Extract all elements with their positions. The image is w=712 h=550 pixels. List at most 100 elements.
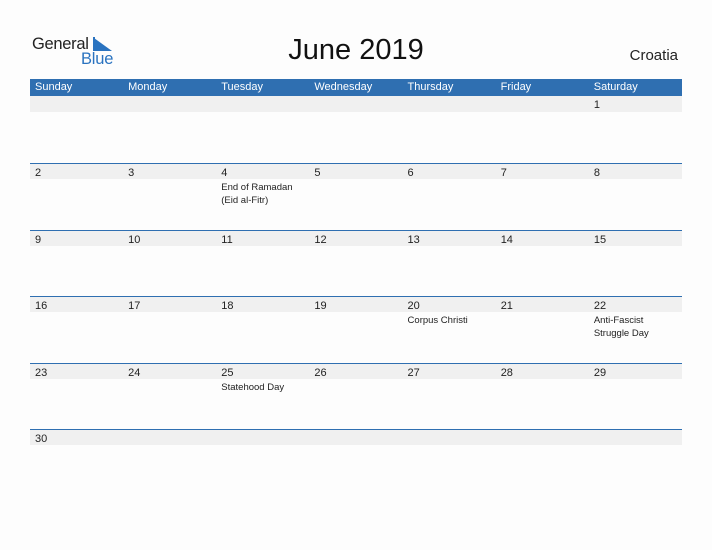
day-number <box>221 429 309 447</box>
day-cell: 2 <box>30 163 123 181</box>
day-number <box>501 96 589 113</box>
day-number <box>35 96 123 113</box>
day-number: 30 <box>35 433 48 446</box>
day-number <box>408 429 496 447</box>
holiday-label: Statehood Day <box>221 381 285 393</box>
day-cell <box>123 429 216 447</box>
day-cell: 12 <box>309 230 402 248</box>
day-cell: 4 End of Ramadan (Eid al-Fitr) <box>216 163 309 207</box>
day-cell: 17 <box>123 296 216 314</box>
weekday-sunday: Sunday <box>35 81 73 93</box>
day-cell: 23 <box>30 363 123 381</box>
day-number: 25 <box>221 366 234 379</box>
day-cell: 24 <box>123 363 216 381</box>
day-number <box>408 96 496 113</box>
week-row: 30 <box>30 429 682 496</box>
day-number: 23 <box>35 366 48 379</box>
day-cell <box>403 96 496 113</box>
weekday-friday: Friday <box>500 81 532 93</box>
day-number: 28 <box>500 366 513 379</box>
day-cell: 10 <box>123 230 216 248</box>
day-number <box>501 429 589 447</box>
day-cell: 22 Anti-Fascist Struggle Day <box>589 296 682 340</box>
weekday-tuesday: Tuesday <box>221 81 264 93</box>
day-number: 14 <box>500 233 513 246</box>
day-cell: 16 <box>30 296 123 314</box>
day-number: 8 <box>593 167 600 179</box>
day-cell: 19 <box>309 296 402 314</box>
country-label: Croatia <box>629 47 678 64</box>
day-cell: 6 <box>403 163 496 181</box>
week-row: 1 <box>30 96 682 163</box>
day-cell: 11 <box>216 230 309 248</box>
day-cell: 14 <box>496 230 589 248</box>
day-number: 9 <box>35 233 42 246</box>
day-cell: 20 Corpus Christi <box>403 296 496 327</box>
holiday-label: Anti-Fascist Struggle Day <box>593 315 649 340</box>
holiday-label: End of Ramadan (Eid al-Fitr) <box>221 182 293 206</box>
day-number: 13 <box>407 233 420 246</box>
day-cell <box>309 429 402 447</box>
day-number: 26 <box>314 366 327 379</box>
weeks-container: 1 2 3 4 End of Ramadan (Eid al-Fitr) 5 6 7 8 9 10 1… <box>30 96 682 496</box>
day-number: 18 <box>221 300 234 313</box>
day-cell: 21 <box>496 296 589 314</box>
day-number: 7 <box>500 167 507 179</box>
day-cell: 8 <box>589 163 682 181</box>
day-cell <box>309 96 402 113</box>
day-cell: 9 <box>30 230 123 248</box>
day-number <box>314 96 402 113</box>
day-number <box>594 429 682 447</box>
calendar-grid: Sunday Monday Tuesday Wednesday Thursday… <box>30 79 682 496</box>
day-number: 12 <box>314 233 327 246</box>
day-cell <box>496 429 589 447</box>
day-number <box>128 429 216 447</box>
weekday-header: Sunday Monday Tuesday Wednesday Thursday… <box>30 79 682 96</box>
day-cell: 30 <box>30 429 123 447</box>
day-number: 11 <box>221 233 233 246</box>
day-number: 17 <box>128 300 141 313</box>
day-number: 10 <box>128 233 141 246</box>
day-number <box>128 96 216 113</box>
day-number: 16 <box>35 300 48 313</box>
day-cell <box>403 429 496 447</box>
day-cell <box>123 96 216 113</box>
weekday-saturday: Saturday <box>593 81 638 93</box>
day-number: 22 <box>593 300 607 313</box>
day-cell <box>216 429 309 447</box>
day-number: 1 <box>593 99 600 111</box>
day-number: 3 <box>128 167 135 179</box>
day-cell: 18 <box>216 296 309 314</box>
day-cell <box>496 96 589 113</box>
day-number: 19 <box>314 300 327 313</box>
holiday-label: Corpus Christi <box>407 315 468 327</box>
day-cell: 1 <box>589 96 682 113</box>
day-cell: 27 <box>403 363 496 381</box>
day-number: 6 <box>407 167 414 179</box>
day-cell: 3 <box>123 163 216 181</box>
week-row: 23 24 25 Statehood Day 26 27 28 29 <box>30 362 682 430</box>
day-number: 29 <box>593 366 607 379</box>
weekday-thursday: Thursday <box>407 81 454 93</box>
day-cell: 25 Statehood Day <box>216 363 309 394</box>
day-number: 21 <box>500 300 513 313</box>
day-cell: 28 <box>496 363 589 381</box>
day-cell <box>216 96 309 113</box>
week-row: 9 10 11 12 13 14 15 <box>30 229 682 297</box>
day-number: 15 <box>593 233 607 246</box>
day-number: 2 <box>35 167 42 179</box>
day-number: 4 <box>221 167 228 179</box>
weekday-monday: Monday <box>128 81 168 93</box>
page-title: June 2019 <box>288 34 424 66</box>
day-cell <box>30 96 123 113</box>
day-cell: 13 <box>403 230 496 248</box>
day-number: 20 <box>407 300 420 313</box>
weekday-wednesday: Wednesday <box>314 81 373 93</box>
week-row: 2 3 4 End of Ramadan (Eid al-Fitr) 5 6 7 8 <box>30 163 682 230</box>
week-row: 16 17 18 19 20 Corpus Christi 21 22 Anti-Fascist… <box>30 296 682 363</box>
day-number: 27 <box>407 366 420 379</box>
day-cell: 5 <box>309 163 402 181</box>
day-number <box>221 96 309 113</box>
day-cell: 26 <box>309 363 402 381</box>
day-cell: 7 <box>496 163 589 181</box>
